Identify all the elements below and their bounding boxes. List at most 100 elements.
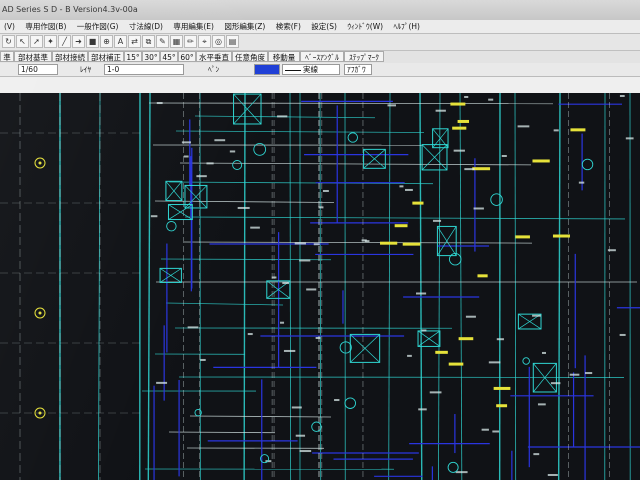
text-mark [432,219,442,222]
menu-item-special-draw[interactable]: 専用作図(B) [21,20,70,33]
wall-line [557,93,561,480]
cmd-member-connect[interactable]: 部材接続 [52,51,88,62]
parameter-row: 1/60 ﾚｲﾔ 1-0 ﾍﾟﾝ 実線 ｱﾌｶﾞﾜ [0,63,640,77]
cmd-horiz-vert[interactable]: 水平垂直 [196,51,232,62]
cad-drawing [0,93,640,480]
text-mark [481,428,489,431]
menu-item-general-draw[interactable]: 一般作図(G) [73,20,123,33]
snap-field[interactable]: ｱﾌｶﾞﾜ [344,64,372,75]
drawing-area[interactable] [0,93,640,480]
scale-field[interactable]: 1/60 [18,64,58,75]
line-type-field[interactable]: 実線 [282,64,340,75]
wall-line [388,93,391,480]
pen-color-swatch[interactable] [254,64,280,75]
menu-item-window[interactable]: ｳｨﾝﾄﾞｳ(W) [343,20,387,33]
wall-line [514,93,517,480]
annotation-mark [380,241,398,245]
cmd-angle-30[interactable]: 30° [142,51,160,62]
diffuser-circle [522,357,530,365]
text-mark [181,141,191,144]
text-mark [294,242,306,245]
text-mark [619,333,626,336]
snap-icon[interactable]: ◎ [212,35,225,48]
text-mark [537,403,546,406]
text-mark [291,406,302,409]
cmd-move-amount[interactable]: 移動量 [268,51,300,62]
text-mark [578,181,585,184]
text-mark [315,336,321,339]
annotation-mark [435,350,448,354]
beam-line [168,431,276,434]
layer-field[interactable]: 1-0 [104,64,184,75]
cmd-step-mark[interactable]: ｽﾃｯﾌﾟﾏｰｸ [344,51,384,62]
annotation-mark [448,362,464,366]
text-mark [282,282,290,285]
menu-item-settings[interactable]: 設定(S) [307,20,341,33]
wall-line [243,93,246,480]
diffuser-circle [490,193,503,206]
text-mark [418,408,427,411]
cmd-angle-45[interactable]: 45° [160,51,178,62]
abc-text-icon[interactable]: A [114,35,127,48]
grid-icon[interactable]: ▦ [170,35,183,48]
annotation-mark [515,235,530,239]
text-mark [473,207,484,210]
arrow-right-icon[interactable]: ➜ [72,35,85,48]
beam-line [189,415,332,418]
cmd-member-correct[interactable]: 部材補正 [88,51,124,62]
select-icon[interactable]: ✦ [44,35,57,48]
arrow-icon[interactable]: ↖ [16,35,29,48]
line-icon[interactable]: ╱ [58,35,71,48]
menu-item-view[interactable]: (V) [0,20,19,33]
diffuser-circle [344,397,356,409]
pen-label: ﾍﾟﾝ [208,65,220,74]
cmd-member-base[interactable]: 部材基準 [14,51,52,62]
text-mark [399,185,404,188]
beam-line [183,241,533,244]
cmd-free-angle[interactable]: 任意角度 [232,51,268,62]
cmd-standard[interactable]: 準 [0,51,14,62]
measure-icon[interactable]: ⌖ [198,35,211,48]
menu-item-special-edit[interactable]: 専用編集(E) [169,20,218,33]
text-mark [501,154,507,157]
property-icon[interactable]: ▤ [226,35,239,48]
text-mark [299,259,311,262]
text-mark [492,430,500,433]
annotation-mark [412,201,424,205]
menu-item-search[interactable]: 検索(F) [272,20,305,33]
menu-item-shape-edit[interactable]: 図形編集(Z) [220,20,269,33]
text-mark [280,321,285,324]
move-icon[interactable]: ⇄ [128,35,141,48]
text-mark [607,249,616,252]
annotation-mark [457,119,470,123]
edit-icon[interactable]: ✎ [156,35,169,48]
menu-item-dimension[interactable]: 寸法線(D) [125,20,167,33]
menu-item-help[interactable]: ﾍﾙﾌﾟ(H) [389,20,424,33]
text-mark [271,276,277,279]
text-mark [156,102,163,105]
annotation-mark [532,159,550,163]
annotation-mark [477,274,488,278]
text-mark [250,226,260,229]
cmd-angle-15[interactable]: 15° [124,51,142,62]
text-mark [569,373,580,376]
text-mark [496,338,504,341]
pointer-icon[interactable]: ➚ [30,35,43,48]
cmd-angle-60[interactable]: 60° [178,51,196,62]
text-mark [229,150,236,153]
text-mark [334,399,340,402]
annotation-mark [450,102,466,106]
text-mark [387,104,396,107]
wall-line [438,93,441,480]
cmd-base-angle[interactable]: ﾍﾞｰｽｱﾝｸﾞﾙ [300,51,344,62]
zoom-icon[interactable]: ⊕ [100,35,113,48]
copy-icon[interactable]: ⧉ [142,35,155,48]
color-icon[interactable]: ■ [86,35,99,48]
rotate-icon[interactable]: ↻ [2,35,15,48]
text-mark [585,372,593,375]
text-mark [421,329,427,332]
pencil-icon[interactable]: ✏ [184,35,197,48]
ruler-strip [0,77,640,93]
text-mark [306,288,317,291]
diffuser-circle [166,220,177,232]
